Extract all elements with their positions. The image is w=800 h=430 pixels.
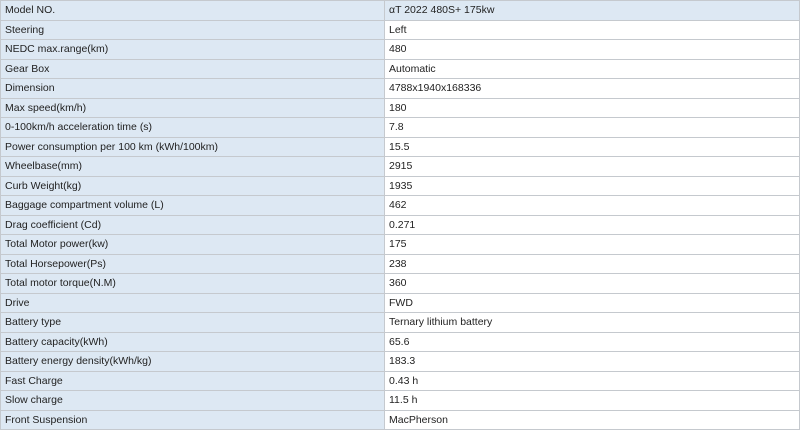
table-row: Total motor torque(N.M) 360 bbox=[0, 273, 800, 294]
row-value: 0.271 bbox=[384, 214, 800, 235]
row-label: NEDC max.range(km) bbox=[0, 39, 385, 60]
row-label: Baggage compartment volume (L) bbox=[0, 195, 385, 216]
table-row: NEDC max.range(km) 480 bbox=[0, 39, 800, 60]
row-value: αT 2022 480S+ 175kw bbox=[384, 0, 800, 21]
row-value: 462 bbox=[384, 195, 800, 216]
row-value: Automatic bbox=[384, 58, 800, 79]
row-label: Max speed(km/h) bbox=[0, 97, 385, 118]
table-row: Battery type Ternary lithium battery bbox=[0, 312, 800, 333]
table-row: Total Horsepower(Ps) 238 bbox=[0, 253, 800, 274]
row-label: Fast Charge bbox=[0, 370, 385, 391]
table-row: Drive FWD bbox=[0, 292, 800, 313]
table-row: Baggage compartment volume (L) 462 bbox=[0, 195, 800, 216]
row-value: 175 bbox=[384, 234, 800, 255]
table-row: Max speed(km/h) 180 bbox=[0, 97, 800, 118]
table-row: Slow charge 11.5 h bbox=[0, 390, 800, 411]
table-row: Wheelbase(mm) 2915 bbox=[0, 156, 800, 177]
row-label: Battery energy density(kWh/kg) bbox=[0, 351, 385, 372]
row-label: Curb Weight(kg) bbox=[0, 175, 385, 196]
row-value: 180 bbox=[384, 97, 800, 118]
table-row: Drag coefficient (Cd) 0.271 bbox=[0, 214, 800, 235]
row-value: 4788x1940x168336 bbox=[384, 78, 800, 99]
table-row: Model NO. αT 2022 480S+ 175kw bbox=[0, 0, 800, 21]
row-value: 15.5 bbox=[384, 136, 800, 157]
table-row: Battery capacity(kWh) 65.6 bbox=[0, 331, 800, 352]
row-label: Total Motor power(kw) bbox=[0, 234, 385, 255]
row-value: 183.3 bbox=[384, 351, 800, 372]
row-value: 360 bbox=[384, 273, 800, 294]
row-label: Battery type bbox=[0, 312, 385, 333]
row-label: Model NO. bbox=[0, 0, 385, 21]
table-row: Fast Charge 0.43 h bbox=[0, 370, 800, 391]
table-row: Battery energy density(kWh/kg) 183.3 bbox=[0, 351, 800, 372]
row-label: Total motor torque(N.M) bbox=[0, 273, 385, 294]
row-label: Front Suspension bbox=[0, 409, 385, 430]
table-row: Front Suspension MacPherson bbox=[0, 409, 800, 430]
row-value: FWD bbox=[384, 292, 800, 313]
row-value: 238 bbox=[384, 253, 800, 274]
table-row: Curb Weight(kg) 1935 bbox=[0, 175, 800, 196]
row-label: Wheelbase(mm) bbox=[0, 156, 385, 177]
table-row: Gear Box Automatic bbox=[0, 58, 800, 79]
row-value: 2915 bbox=[384, 156, 800, 177]
row-label: Gear Box bbox=[0, 58, 385, 79]
table-row: 0-100km/h acceleration time (s) 7.8 bbox=[0, 117, 800, 138]
row-value: Left bbox=[384, 19, 800, 40]
table-row: Power consumption per 100 km (kWh/100km)… bbox=[0, 136, 800, 157]
row-value: 11.5 h bbox=[384, 390, 800, 411]
row-label: Drag coefficient (Cd) bbox=[0, 214, 385, 235]
row-value: 1935 bbox=[384, 175, 800, 196]
row-label: Slow charge bbox=[0, 390, 385, 411]
row-label: 0-100km/h acceleration time (s) bbox=[0, 117, 385, 138]
row-value: 7.8 bbox=[384, 117, 800, 138]
row-label: Dimension bbox=[0, 78, 385, 99]
table-row: Steering Left bbox=[0, 19, 800, 40]
row-value: MacPherson bbox=[384, 409, 800, 430]
row-label: Total Horsepower(Ps) bbox=[0, 253, 385, 274]
row-value: 0.43 h bbox=[384, 370, 800, 391]
spec-table: Model NO. αT 2022 480S+ 175kw Steering L… bbox=[0, 0, 800, 430]
table-row: Dimension 4788x1940x168336 bbox=[0, 78, 800, 99]
table-row: Total Motor power(kw) 175 bbox=[0, 234, 800, 255]
spec-table-body: Model NO. αT 2022 480S+ 175kw Steering L… bbox=[0, 0, 800, 430]
row-label: Steering bbox=[0, 19, 385, 40]
row-value: 480 bbox=[384, 39, 800, 60]
row-label: Power consumption per 100 km (kWh/100km) bbox=[0, 136, 385, 157]
row-label: Drive bbox=[0, 292, 385, 313]
row-value: 65.6 bbox=[384, 331, 800, 352]
row-label: Battery capacity(kWh) bbox=[0, 331, 385, 352]
row-value: Ternary lithium battery bbox=[384, 312, 800, 333]
